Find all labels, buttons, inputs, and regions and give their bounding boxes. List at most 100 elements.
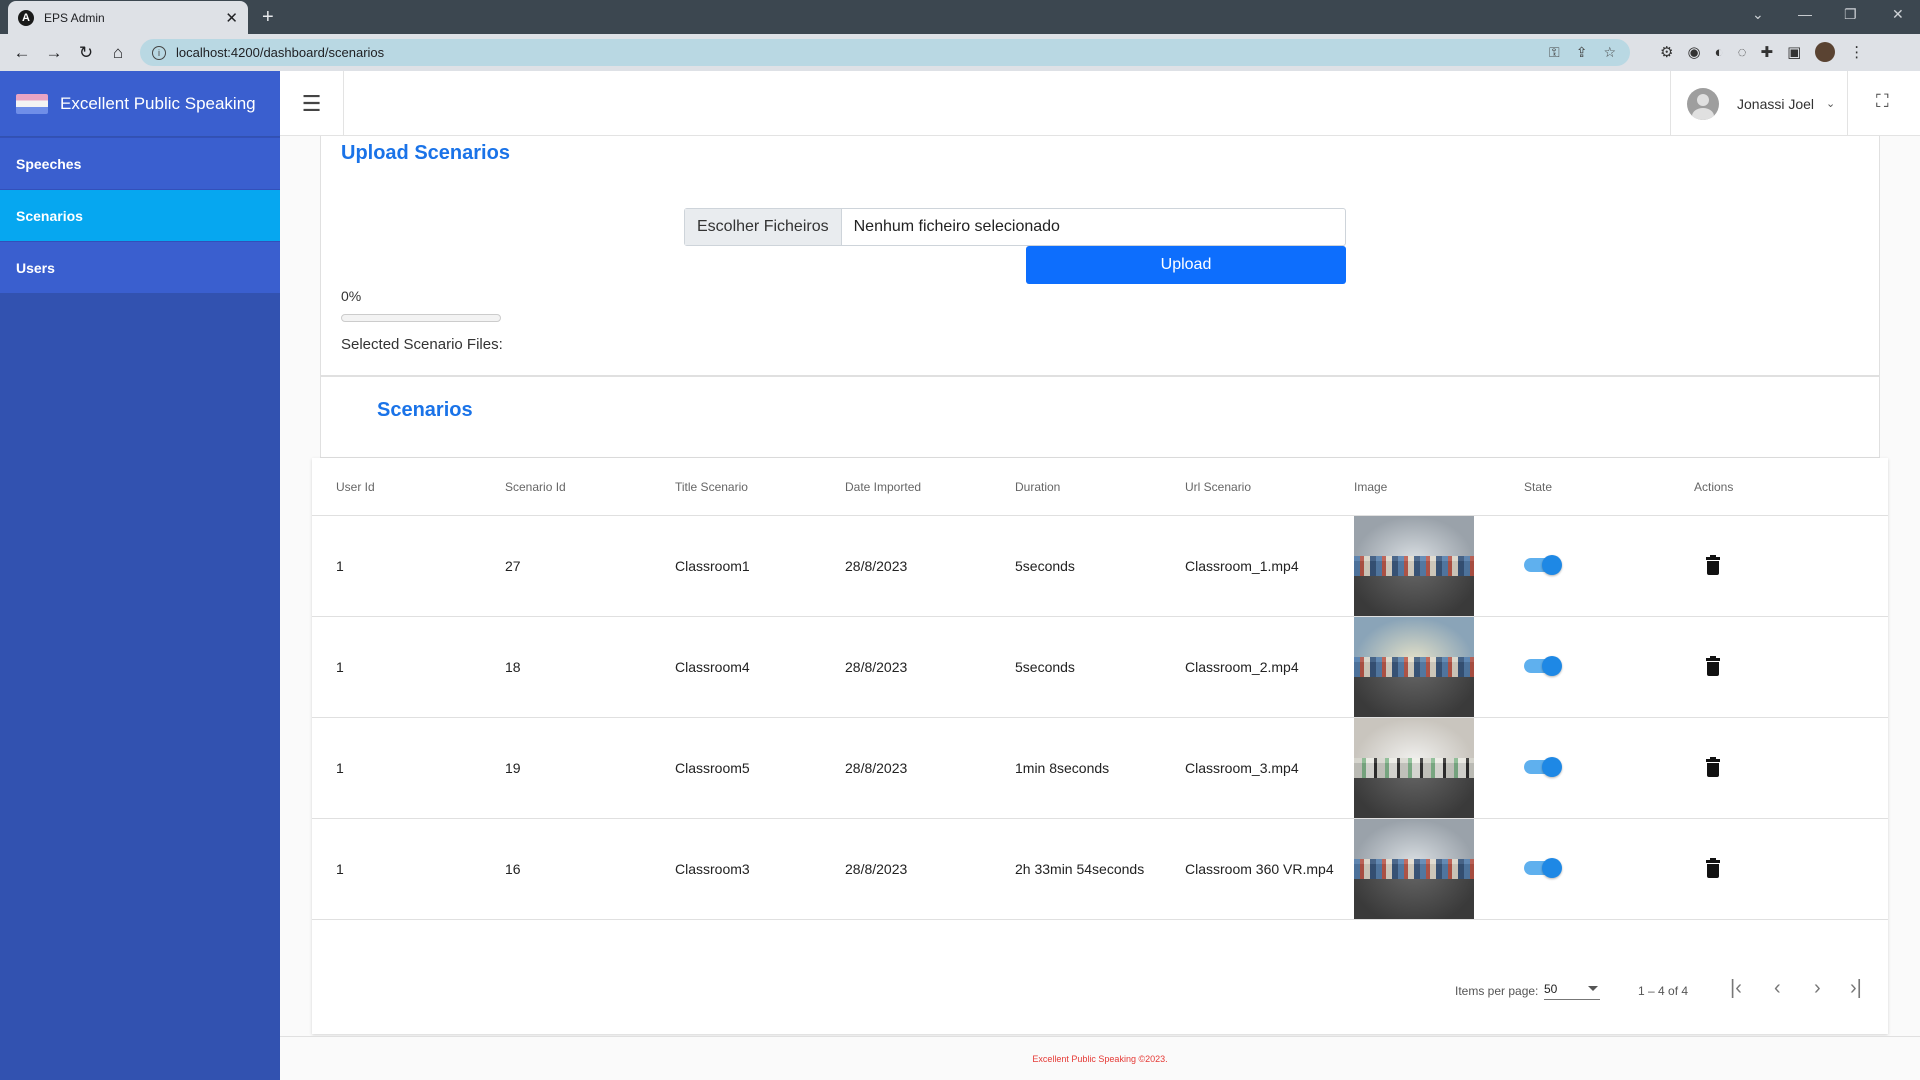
home-icon[interactable]: ⌂ [104, 43, 132, 63]
minimize-icon[interactable]: — [1798, 6, 1812, 22]
cell-url: Classroom_1.mp4 [1185, 558, 1299, 574]
scenario-thumbnail [1354, 617, 1474, 717]
items-per-page-label: Items per page: [1455, 984, 1539, 998]
footer: Excellent Public Speaking ©2023. [280, 1036, 1920, 1080]
state-toggle[interactable] [1524, 656, 1562, 676]
key-icon[interactable]: ⚿ [1549, 44, 1560, 61]
tab-title: EPS Admin [44, 10, 105, 25]
sidebar-item-scenarios[interactable]: Scenarios [0, 189, 280, 241]
brand[interactable]: Excellent Public Speaking [0, 71, 280, 136]
window-close-icon[interactable]: ✕ [1892, 6, 1904, 23]
cell-scenario-id: 18 [505, 659, 521, 675]
scenario-thumbnail [1354, 516, 1474, 616]
sidebar-item-speeches[interactable]: Speeches [0, 137, 280, 189]
fullscreen-icon[interactable]: ⛶ [1876, 91, 1889, 112]
brand-name: Excellent Public Speaking [60, 93, 256, 113]
next-page-icon[interactable]: › [1814, 977, 1821, 1000]
url-text[interactable]: localhost:4200/dashboard/scenarios [176, 45, 384, 60]
cell-duration: 2h 33min 54seconds [1015, 861, 1145, 877]
first-page-icon[interactable]: |‹ [1730, 977, 1742, 1000]
forward-icon[interactable]: → [40, 43, 68, 63]
reload-icon[interactable]: ↻ [72, 43, 100, 63]
extension-c-icon[interactable]: ◌ [1738, 44, 1747, 61]
paginator: Items per page: 50 1 – 4 of 4 |‹ ‹ › ›| [312, 963, 1888, 1019]
dropdown-arrow-icon [1588, 986, 1598, 991]
cell-scenario-id: 16 [505, 861, 521, 877]
user-menu[interactable]: Jonassi Joel ⌄ [1670, 71, 1848, 136]
cell-user-id: 1 [336, 659, 344, 675]
extension-icon[interactable]: ◉ [1687, 43, 1700, 61]
info-icon[interactable]: i [152, 45, 166, 60]
back-icon[interactable]: ← [8, 43, 36, 63]
table-row: 1 16 Classroom3 28/8/2023 2h 33min 54sec… [312, 819, 1888, 920]
top-header: ☰ Jonassi Joel ⌄ ⛶ [280, 71, 1920, 136]
state-toggle[interactable] [1524, 757, 1562, 777]
state-toggle[interactable] [1524, 858, 1562, 878]
cell-duration: 5seconds [1015, 659, 1075, 675]
column-header: User Id [336, 480, 375, 494]
hamburger-menu-icon[interactable]: ☰ [280, 71, 344, 136]
extension-circle-icon[interactable]: ◐ [1715, 44, 1724, 61]
star-icon[interactable]: ☆ [1603, 44, 1616, 61]
progress-text: 0% [341, 288, 362, 304]
delete-icon[interactable] [1706, 757, 1720, 777]
upload-button[interactable]: Upload [1026, 246, 1346, 284]
column-header: Url Scenario [1185, 480, 1252, 494]
browser-tabstrip: A EPS Admin ✕ + ⌄ — ❐ ✕ [0, 0, 1920, 34]
column-header: Scenario Id [505, 480, 566, 494]
table-row: 1 27 Classroom1 28/8/2023 5seconds Class… [312, 516, 1888, 617]
puzzle-icon[interactable]: ✚ [1761, 43, 1774, 61]
page-size-select[interactable]: 50 [1544, 982, 1600, 1000]
profile-avatar[interactable] [1815, 42, 1836, 62]
kebab-menu-icon[interactable]: ⋮ [1849, 43, 1864, 61]
cell-scenario-id: 19 [505, 760, 521, 776]
scenarios-table: User Id Scenario Id Title Scenario Date … [312, 458, 1888, 1034]
delete-icon[interactable] [1706, 555, 1720, 575]
table-row: 1 19 Classroom5 28/8/2023 1min 8seconds … [312, 718, 1888, 819]
scenarios-card: Scenarios [320, 376, 1880, 458]
column-header: Duration [1015, 480, 1061, 494]
cell-title: Classroom1 [675, 558, 750, 574]
restore-icon[interactable]: ❐ [1844, 6, 1857, 23]
browser-tab[interactable]: A EPS Admin ✕ [8, 1, 248, 34]
page-range: 1 – 4 of 4 [1638, 984, 1689, 998]
cell-date: 28/8/2023 [845, 760, 908, 776]
cell-date: 28/8/2023 [845, 659, 908, 675]
cell-duration: 5seconds [1015, 558, 1075, 574]
cell-title: Classroom5 [675, 760, 750, 776]
progress-bar [341, 314, 501, 322]
choose-files-button[interactable]: Escolher Ficheiros [685, 209, 842, 245]
file-input[interactable]: Escolher Ficheiros Nenhum ficheiro selec… [684, 208, 1346, 246]
scenario-thumbnail [1354, 718, 1474, 818]
avatar [1687, 87, 1719, 120]
cell-title: Classroom3 [675, 861, 750, 877]
cell-user-id: 1 [336, 861, 344, 877]
cell-url: Classroom_3.mp4 [1185, 760, 1299, 776]
scenarios-title: Scenarios [377, 399, 473, 421]
close-icon[interactable]: ✕ [225, 9, 238, 27]
previous-page-icon[interactable]: ‹ [1774, 977, 1781, 1000]
chevron-down-icon[interactable]: ⌄ [1752, 6, 1764, 23]
file-status: Nenhum ficheiro selecionado [853, 218, 1060, 235]
side-panel-icon[interactable]: ▣ [1787, 43, 1801, 61]
angular-icon: A [18, 9, 34, 26]
scenario-thumbnail [1354, 819, 1474, 919]
state-toggle[interactable] [1524, 555, 1562, 575]
brand-logo [16, 93, 48, 114]
last-page-icon[interactable]: ›| [1850, 977, 1862, 1000]
footer-text: Excellent Public Speaking ©2023. [1032, 1053, 1168, 1064]
delete-icon[interactable] [1706, 858, 1720, 878]
share-icon[interactable]: ⇪ [1576, 44, 1588, 61]
address-bar[interactable]: i localhost:4200/dashboard/scenarios ⚿ ⇪… [140, 39, 1630, 66]
user-name: Jonassi Joel [1737, 95, 1815, 112]
chevron-down-icon: ⌄ [1826, 98, 1836, 110]
page-size-value: 50 [1544, 982, 1558, 996]
column-header: State [1524, 480, 1553, 494]
extension-gear-icon[interactable]: ⚙ [1660, 43, 1673, 61]
delete-icon[interactable] [1706, 656, 1720, 676]
new-tab-icon[interactable]: + [262, 6, 274, 29]
sidebar-item-label: Scenarios [16, 207, 83, 224]
sidebar-item-users[interactable]: Users [0, 241, 280, 293]
sidebar-item-label: Users [16, 259, 55, 276]
cell-date: 28/8/2023 [845, 861, 908, 877]
